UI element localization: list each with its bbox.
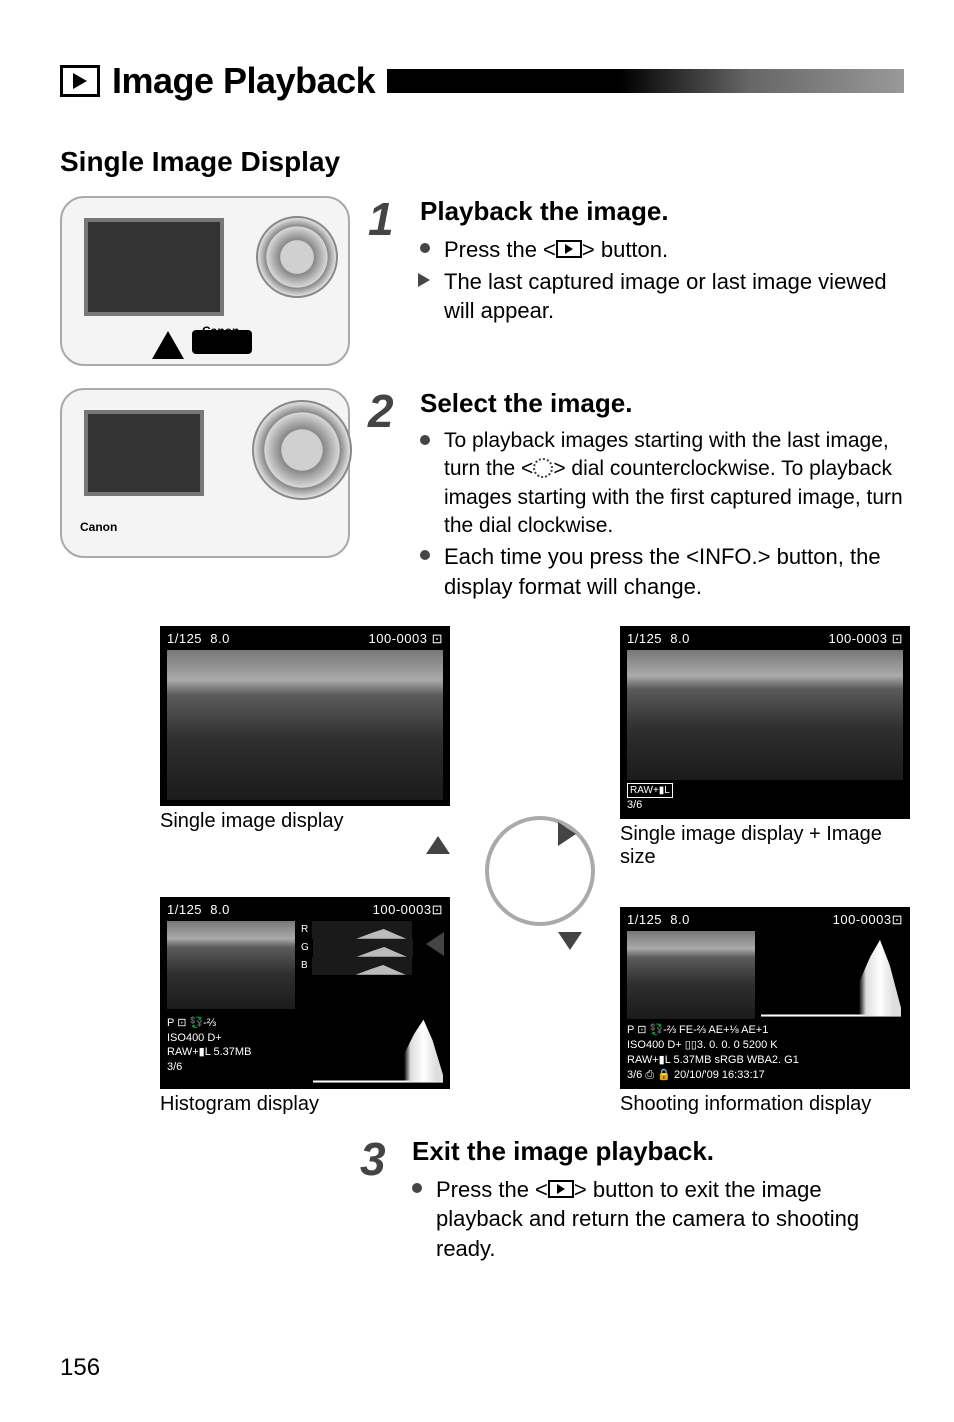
quick-control-dial-icon [533, 458, 553, 478]
cycle-indicator-circle [485, 816, 595, 926]
section-heading: Single Image Display [60, 146, 904, 178]
single-image-size-display-example: 1/125 8.0 100-0003 ⊡ RAW+▮L 3/6 Single i… [620, 626, 920, 869]
step-1-title: Playback the image. [420, 196, 904, 227]
camera-illustration-1: Canon [60, 196, 350, 366]
caption: Histogram display [160, 1093, 460, 1116]
display-format-cycle: 1/125 8.0 100-0003 ⊡ Single image displa… [160, 626, 920, 1116]
page-title: Image Playback [112, 60, 375, 102]
step-2-row: Canon 2 Select the image. To playback im… [60, 388, 904, 604]
caption: Single image display + Image size [620, 823, 920, 869]
cycle-arrow-icon [558, 932, 582, 950]
camera-brand: Canon [80, 520, 117, 534]
page-number: 156 [60, 1354, 100, 1382]
indicator-arrow-icon [152, 331, 184, 359]
camera-illustration-2: Canon [60, 388, 350, 558]
caption: Single image display [160, 810, 460, 833]
page-header: Image Playback [60, 60, 904, 102]
bullet-dot-icon [420, 243, 430, 253]
playback-icon [60, 65, 100, 97]
single-image-display-example: 1/125 8.0 100-0003 ⊡ Single image displa… [160, 626, 460, 833]
step-1-body: Playback the image. Press the <> button.… [420, 196, 904, 366]
bullet-dot-icon [420, 550, 430, 560]
step-3-title: Exit the image playback. [412, 1136, 904, 1167]
caption: Shooting information display [620, 1093, 920, 1116]
step-1-bullet-1: Press the <> button. [440, 235, 904, 265]
step-3-row: 3 Exit the image playback. Press the <> … [360, 1136, 904, 1266]
bullet-dot-icon [420, 435, 430, 445]
step-number-2: 2 [368, 388, 402, 604]
step-2-body: Select the image. To playback images sta… [420, 388, 904, 604]
playback-button-icon [548, 1180, 574, 1198]
step-1-bullet-2: The last captured image or last image vi… [440, 267, 904, 326]
bullet-dot-icon [412, 1183, 422, 1193]
step-3-bullet-1: Press the <> button to exit the image pl… [432, 1175, 904, 1264]
step-2-title: Select the image. [420, 388, 904, 419]
histogram-display-example: 1/125 8.0 100-0003⊡ R G B P ⊡ 💱-⅔ ISO400… [160, 897, 460, 1116]
step-1-row: Canon 1 Playback the image. Press the <>… [60, 196, 904, 366]
step-number-1: 1 [368, 196, 402, 366]
shooting-info-display-example: 1/125 8.0 100-0003⊡ P ⊡ 💱-⅔ FE-⅔ AE+⅛ AE… [620, 907, 920, 1115]
step-3-body: Exit the image playback. Press the <> bu… [412, 1136, 904, 1266]
step-number-3: 3 [360, 1136, 394, 1266]
cycle-arrow-icon [426, 836, 450, 854]
cycle-arrow-icon [426, 932, 444, 956]
title-bar [387, 69, 904, 93]
step-2-bullet-2: Each time you press the <INFO.> button, … [440, 542, 904, 601]
step-2-bullet-1: To playback images starting with the las… [440, 427, 904, 540]
cycle-arrow-icon [558, 822, 576, 846]
result-arrow-icon [418, 273, 430, 287]
playback-button-icon [556, 240, 582, 258]
